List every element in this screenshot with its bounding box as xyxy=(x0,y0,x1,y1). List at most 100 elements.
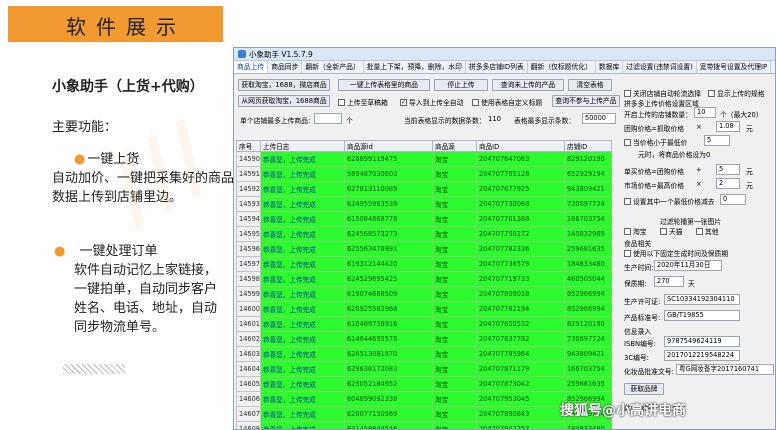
group-price-label: 团购价格=抓取价格 xyxy=(624,125,685,133)
checkbox-icon[interactable] xyxy=(696,227,703,235)
table-row[interactable]: 14608 恭喜您，上传完成 631458844546 淘宝 204707942257 1… xyxy=(236,421,613,429)
table-cell: 625563476991 xyxy=(343,241,433,257)
column-header[interactable]: 商品源 xyxy=(431,140,477,152)
goods-fixed-checkbox[interactable]: 使用以下固定生成时间及保质期 xyxy=(624,248,728,258)
tab-store-ids[interactable]: 拼多多店铺ID列表 xyxy=(466,61,528,73)
to-draft-checkbox[interactable]: 上传至草稿箱 xyxy=(338,97,388,107)
single-price-input[interactable]: 5 xyxy=(716,164,740,175)
tab-batch-ops[interactable]: 批量上下架，预降，删除，水印 xyxy=(364,61,466,73)
table-cell: 625052184952 xyxy=(343,376,433,392)
filter-tmall-checkbox[interactable]: 天猫 xyxy=(660,226,683,236)
table-row[interactable]: 14590 恭喜您，上传完成 626899119475 淘宝 204707647063 8… xyxy=(236,151,613,167)
column-header[interactable]: 商品ID xyxy=(475,140,565,152)
table-cell: 淘宝 xyxy=(431,226,477,242)
table-cell: 淘宝 xyxy=(431,331,477,347)
checkbox-icon[interactable] xyxy=(624,249,631,257)
table-cell: 652929194 xyxy=(563,166,613,182)
code3c-input[interactable]: 2017012219548224 xyxy=(664,350,740,361)
upload-table-button[interactable]: 一键上传表格里的商品 xyxy=(338,79,430,91)
standard-input[interactable]: GB/T19855 xyxy=(664,310,740,321)
table-row[interactable]: 14603 恭喜您，上传完成 626513081870 淘宝 204707785964 9… xyxy=(236,346,613,362)
table-row[interactable]: 14598 恭喜您，上传完成 624529695425 淘宝 204707719733 4… xyxy=(236,271,613,287)
table-row[interactable]: 14601 恭喜您，上传完成 610469758916 淘宝 204707850532 8… xyxy=(236,316,613,332)
table-row[interactable]: 14607 恭喜您，上传完成 628077150569 淘宝 204707890843 6… xyxy=(236,406,613,422)
stop-upload-button[interactable]: 停止上传 xyxy=(434,79,488,91)
produce-date-input[interactable]: 2020年11月30日 xyxy=(654,260,722,271)
tab-renew-new[interactable]: 翻新（全新产品） xyxy=(302,61,364,73)
products-table: 序号 上传日志 商品源id 商品源 商品ID 店铺ID 14590 恭喜您，上传完… xyxy=(236,140,613,429)
show-spec-checkbox[interactable]: 显示上传的规格 xyxy=(708,88,765,98)
group-price-input[interactable]: 1.08 xyxy=(716,121,740,132)
tab-filter[interactable]: 过滤设置(违禁词设置) xyxy=(623,61,697,73)
clear-table-button[interactable]: 清空表格 xyxy=(568,79,612,91)
table-cell: 204707782194 xyxy=(475,301,565,317)
tab-sync[interactable]: 商品同步 xyxy=(268,61,303,73)
table-row[interactable]: 14605 恭喜您，上传完成 625052184952 淘宝 204707873042 2… xyxy=(236,376,613,392)
table-row[interactable]: 14591 恭喜您，上传完成 589487030803 淘宝 204707705128 6… xyxy=(236,166,613,182)
column-header[interactable]: 上传日志 xyxy=(259,140,345,152)
market-price-input[interactable]: 2 xyxy=(716,178,740,189)
table-row[interactable]: 14592 恭喜您，上传完成 627813110089 淘宝 204707677925 9… xyxy=(236,181,613,197)
shelf-life-input[interactable]: 270 xyxy=(654,276,684,287)
close-auto-checkbox[interactable]: 关闭店铺自动轮流选择 xyxy=(624,88,701,98)
table-cell: 恭喜您，上传完成 xyxy=(259,391,345,407)
checkbox-icon[interactable] xyxy=(660,227,667,235)
table-cell: 619074688509 xyxy=(343,286,433,302)
checkbox-icon[interactable] xyxy=(624,89,631,97)
table-cell: 14599 xyxy=(236,286,261,302)
set-discount-input[interactable]: 0 xyxy=(720,194,746,205)
cosmetics-input[interactable]: 粤G网妆备字2017160741 xyxy=(676,364,774,375)
checkbox-checked-icon[interactable]: ✓ xyxy=(400,98,407,106)
custom-title-label: 使用表格自定义标题 xyxy=(481,99,543,107)
table-cell: 204707701388 xyxy=(475,211,565,227)
table-row[interactable]: 14606 恭喜您，上传完成 604899092338 淘宝 204707953045 8… xyxy=(236,391,613,407)
table-row[interactable]: 14596 恭喜您，上传完成 625563476991 淘宝 204707782336 2… xyxy=(236,241,613,257)
isbn-input[interactable]: 9787549624119 xyxy=(664,336,740,347)
table-cell: 204707942257 xyxy=(475,421,565,429)
query-uploaded-button[interactable]: 查询未上传的产品 xyxy=(492,79,564,91)
store-limit-label: 单个店铺最多上传商品: xyxy=(240,117,311,125)
fetch-page-button[interactable]: 从网页获取淘宝，1688商品 xyxy=(238,95,330,107)
column-header[interactable]: 序号 xyxy=(236,140,261,152)
license-label: 生产许可证: xyxy=(624,298,661,306)
open-limit-input[interactable]: 10 xyxy=(694,107,716,118)
custom-title-checkbox[interactable]: 使用表格自定义标题 xyxy=(472,97,542,107)
tab-renew-title[interactable]: 翻新（仅标题优化） xyxy=(528,61,596,73)
table-row[interactable]: 14604 恭喜您，上传完成 629638172083 淘宝 204707871179 1… xyxy=(236,361,613,377)
max-rows-input[interactable]: 50000 xyxy=(582,113,616,124)
table-row[interactable]: 14602 恭喜您，上传完成 614644695578 淘宝 204707837782 7… xyxy=(236,331,613,347)
table-cell: 14598 xyxy=(236,271,261,287)
set-discount-checkbox[interactable]: 设置其中一个最低价格减去 xyxy=(624,196,715,206)
min-price-input[interactable]: 5 xyxy=(704,135,730,146)
checkbox-icon[interactable] xyxy=(472,98,479,106)
table-cell: 852966994 xyxy=(563,301,613,317)
query-nonmatch-button[interactable]: 查询不参与上传产品 xyxy=(552,95,620,107)
table-cell: 626513081870 xyxy=(343,346,433,362)
store-limit-input[interactable] xyxy=(314,113,342,124)
checkbox-icon[interactable] xyxy=(624,227,631,235)
fetch-goods-button[interactable]: 获取淘宝，1688，微店商品 xyxy=(238,79,330,91)
checkbox-icon[interactable] xyxy=(338,98,345,106)
min-price-checkbox[interactable]: 当价格小于最低价 xyxy=(624,137,687,147)
get-brand-button[interactable]: 获取品牌 xyxy=(624,383,664,395)
filter-taobao-checkbox[interactable]: 淘宝 xyxy=(624,226,647,236)
table-row[interactable]: 14597 恭喜您，上传完成 619312144420 淘宝 204707738579 1… xyxy=(236,256,613,272)
table-row[interactable]: 14600 恭喜您，上传完成 626925582968 淘宝 204707782194 8… xyxy=(236,301,613,317)
table-row[interactable]: 14599 恭喜您，上传完成 619074688509 淘宝 204707809018 8… xyxy=(236,286,613,302)
table-row[interactable]: 14595 恭喜您，上传完成 624568573273 淘宝 204707750272 1… xyxy=(236,226,613,242)
auto-next-checkbox[interactable]: ✓ 导入到上传全自动 xyxy=(400,97,463,107)
filter-other-checkbox[interactable]: 其他 xyxy=(696,226,719,236)
column-header[interactable]: 店铺ID xyxy=(563,140,613,152)
tab-upload[interactable]: 商品上传 xyxy=(234,61,269,73)
checkbox-icon[interactable] xyxy=(708,89,715,97)
license-input[interactable]: SC10334192304110 xyxy=(664,294,740,305)
table-cell: 14608 xyxy=(236,421,261,429)
checkbox-icon[interactable] xyxy=(624,138,631,146)
tab-proxy[interactable]: 宽带拨号设置及代理IP xyxy=(697,61,772,73)
checkbox-icon[interactable] xyxy=(624,197,631,205)
tab-database[interactable]: 数据库 xyxy=(596,61,624,73)
produce-date-label: 生产时间: xyxy=(624,264,654,272)
table-row[interactable]: 14594 恭喜您，上传完成 615084868778 淘宝 204707701388 1… xyxy=(236,211,613,227)
column-header[interactable]: 商品源id xyxy=(343,140,433,152)
table-row[interactable]: 14593 恭喜您，上传完成 624955963539 淘宝 204707730068 7… xyxy=(236,196,613,212)
